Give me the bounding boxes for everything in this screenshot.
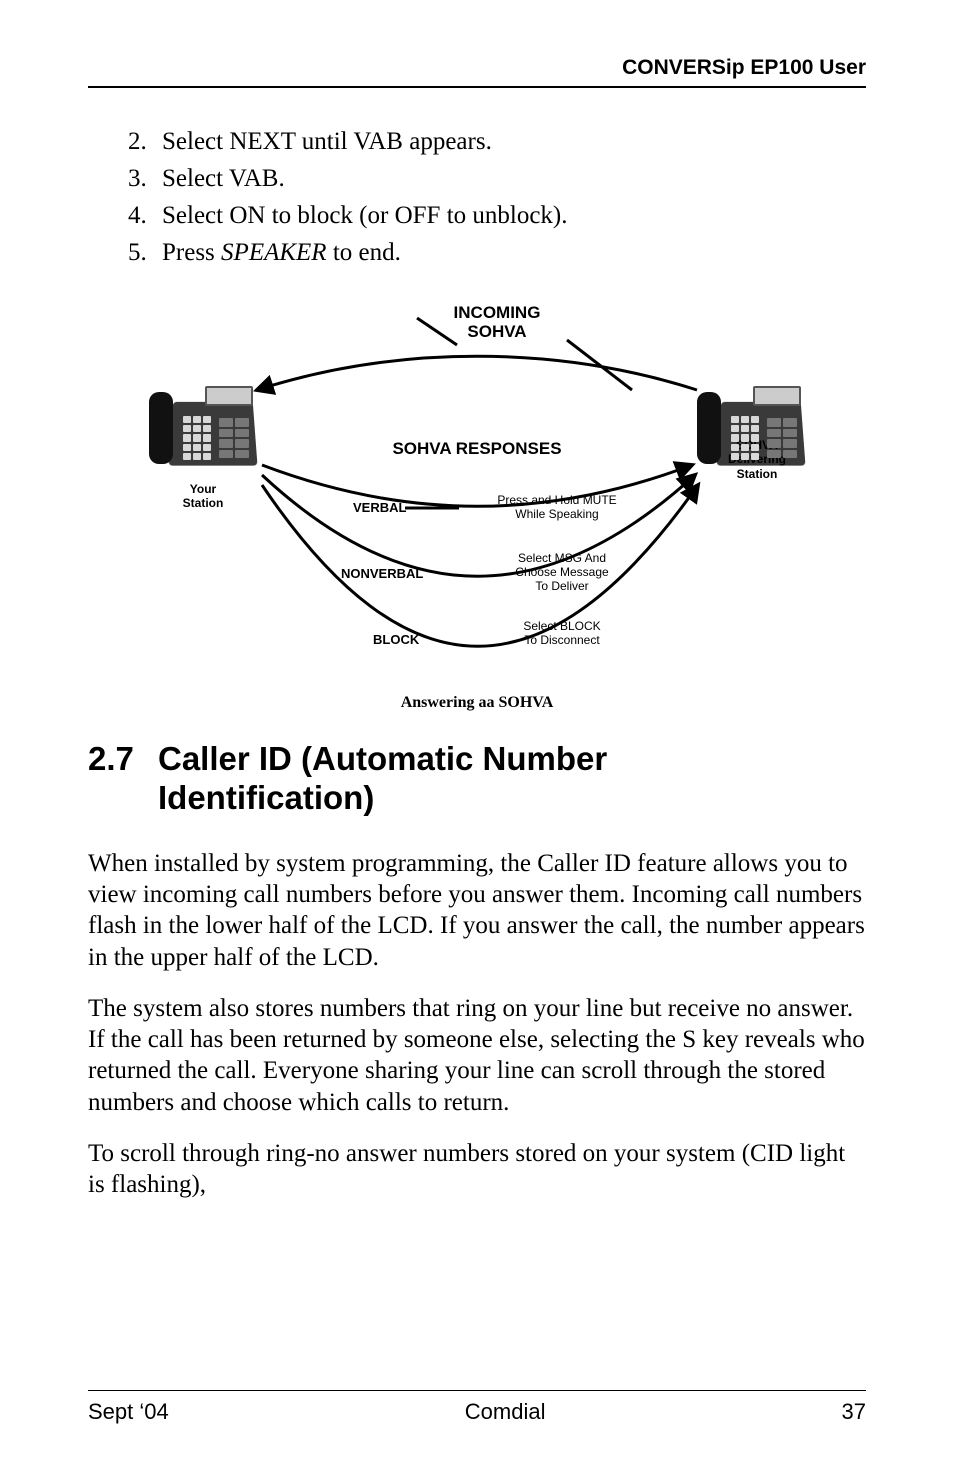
paragraph: When installed by system programming, th…	[88, 848, 866, 973]
list-item: 5. Press SPEAKER to end.	[128, 235, 866, 270]
section-title-line2: Identification)	[158, 779, 866, 818]
list-text: Press SPEAKER to end.	[162, 235, 866, 270]
footer-page-number: 37	[842, 1399, 866, 1425]
list-text-suffix: to end.	[327, 239, 401, 266]
instruction-list: 2. Select NEXT until VAB appears. 3. Sel…	[128, 124, 866, 270]
paragraph: The system also stores numbers that ring…	[88, 993, 866, 1118]
list-number: 2.	[128, 124, 162, 159]
footer-brand: Comdial	[465, 1399, 546, 1425]
phone-icon	[147, 378, 259, 478]
diagram-caption: Answering aa SOHVA	[147, 694, 807, 712]
list-text-prefix: Press	[162, 239, 221, 266]
list-text: Select NEXT until VAB appears.	[162, 124, 866, 159]
list-text: Select ON to block (or OFF to unblock).	[162, 198, 866, 233]
section-title-line1: Caller ID (Automatic Number	[158, 740, 607, 777]
page-footer: Sept ‘04 Comdial 37	[88, 1390, 866, 1425]
diagram-label-incoming: INCOMINGSOHVA	[437, 304, 557, 341]
list-number: 3.	[128, 161, 162, 196]
diagram-desc-block: Select BLOCKTo Disconnect	[507, 620, 617, 648]
header-rule	[88, 86, 866, 88]
diagram-label-verbal: VERBAL	[353, 500, 406, 515]
diagram-label-your-station: YourStation	[173, 482, 233, 511]
list-text: Select VAB.	[162, 161, 866, 196]
diagram-label-responses: SOHVA RESPONSES	[362, 440, 592, 459]
running-header: CONVERSip EP100 User	[88, 56, 866, 80]
footer-date: Sept ‘04	[88, 1399, 169, 1425]
list-item: 3. Select VAB.	[128, 161, 866, 196]
list-item: 2. Select NEXT until VAB appears.	[128, 124, 866, 159]
list-number: 4.	[128, 198, 162, 233]
footer-rule	[88, 1390, 866, 1391]
diagram-label-nonverbal: NONVERBAL	[341, 566, 423, 581]
section-heading: 2.7Caller ID (Automatic Number Identific…	[88, 740, 866, 818]
diagram-label-block: BLOCK	[373, 632, 419, 647]
diagram-lines-icon	[147, 290, 807, 690]
paragraph: To scroll through ring-no answer numbers…	[88, 1138, 866, 1201]
diagram-desc-nonverbal: Select MSG AndChoose MessageTo Deliver	[497, 552, 627, 593]
section-number: 2.7	[88, 740, 158, 779]
list-number: 5.	[128, 235, 162, 270]
diagram-desc-verbal: Press and Hold MUTEWhile Speaking	[487, 494, 627, 522]
key-name: SPEAKER	[221, 239, 327, 266]
sohva-diagram: INCOMINGSOHVA SOHVA RESPONSES YourStatio…	[147, 290, 807, 712]
list-item: 4. Select ON to block (or OFF to unblock…	[128, 198, 866, 233]
